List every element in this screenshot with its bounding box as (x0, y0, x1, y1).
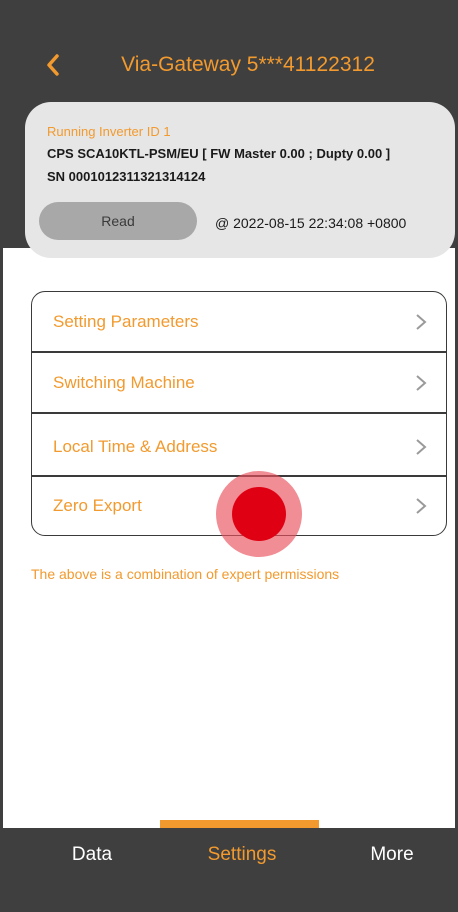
menu-item-setting-parameters[interactable]: Setting Parameters (32, 292, 446, 352)
read-button[interactable]: Read (39, 202, 197, 240)
active-tab-indicator (160, 820, 319, 828)
menu-item-label: Zero Export (53, 496, 142, 515)
expert-permissions-notice: The above is a combination of expert per… (31, 566, 340, 582)
read-timestamp: @ 2022-08-15 22:34:08 +0800 (215, 215, 407, 231)
tab-settings[interactable]: Settings (184, 828, 300, 882)
chevron-right-icon (416, 375, 427, 391)
serial-number: SN 0001012311321314124 (47, 169, 206, 184)
menu-divider (32, 412, 446, 414)
tap-indicator (232, 487, 286, 541)
menu-item-switching-machine[interactable]: Switching Machine (32, 353, 446, 413)
menu-item-label: Setting Parameters (53, 312, 199, 331)
device-info-card: Running Inverter ID 1 CPS SCA10KTL-PSM/E… (25, 102, 455, 258)
menu-item-label: Switching Machine (53, 373, 195, 392)
chevron-right-icon (416, 314, 427, 330)
inverter-model: CPS SCA10KTL-PSM/EU [ FW Master 0.00 ; D… (47, 146, 391, 161)
running-inverter-id: Running Inverter ID 1 (47, 124, 171, 139)
tab-more[interactable]: More (340, 828, 444, 882)
chevron-right-icon (416, 439, 427, 455)
menu-item-local-time-address[interactable]: Local Time & Address (32, 417, 446, 477)
page-title: Via-Gateway 5***41122312 (121, 53, 375, 76)
menu-item-label: Local Time & Address (53, 437, 218, 456)
chevron-right-icon (416, 498, 427, 514)
tab-data[interactable]: Data (40, 828, 144, 882)
frame-edge-left (0, 0, 3, 912)
